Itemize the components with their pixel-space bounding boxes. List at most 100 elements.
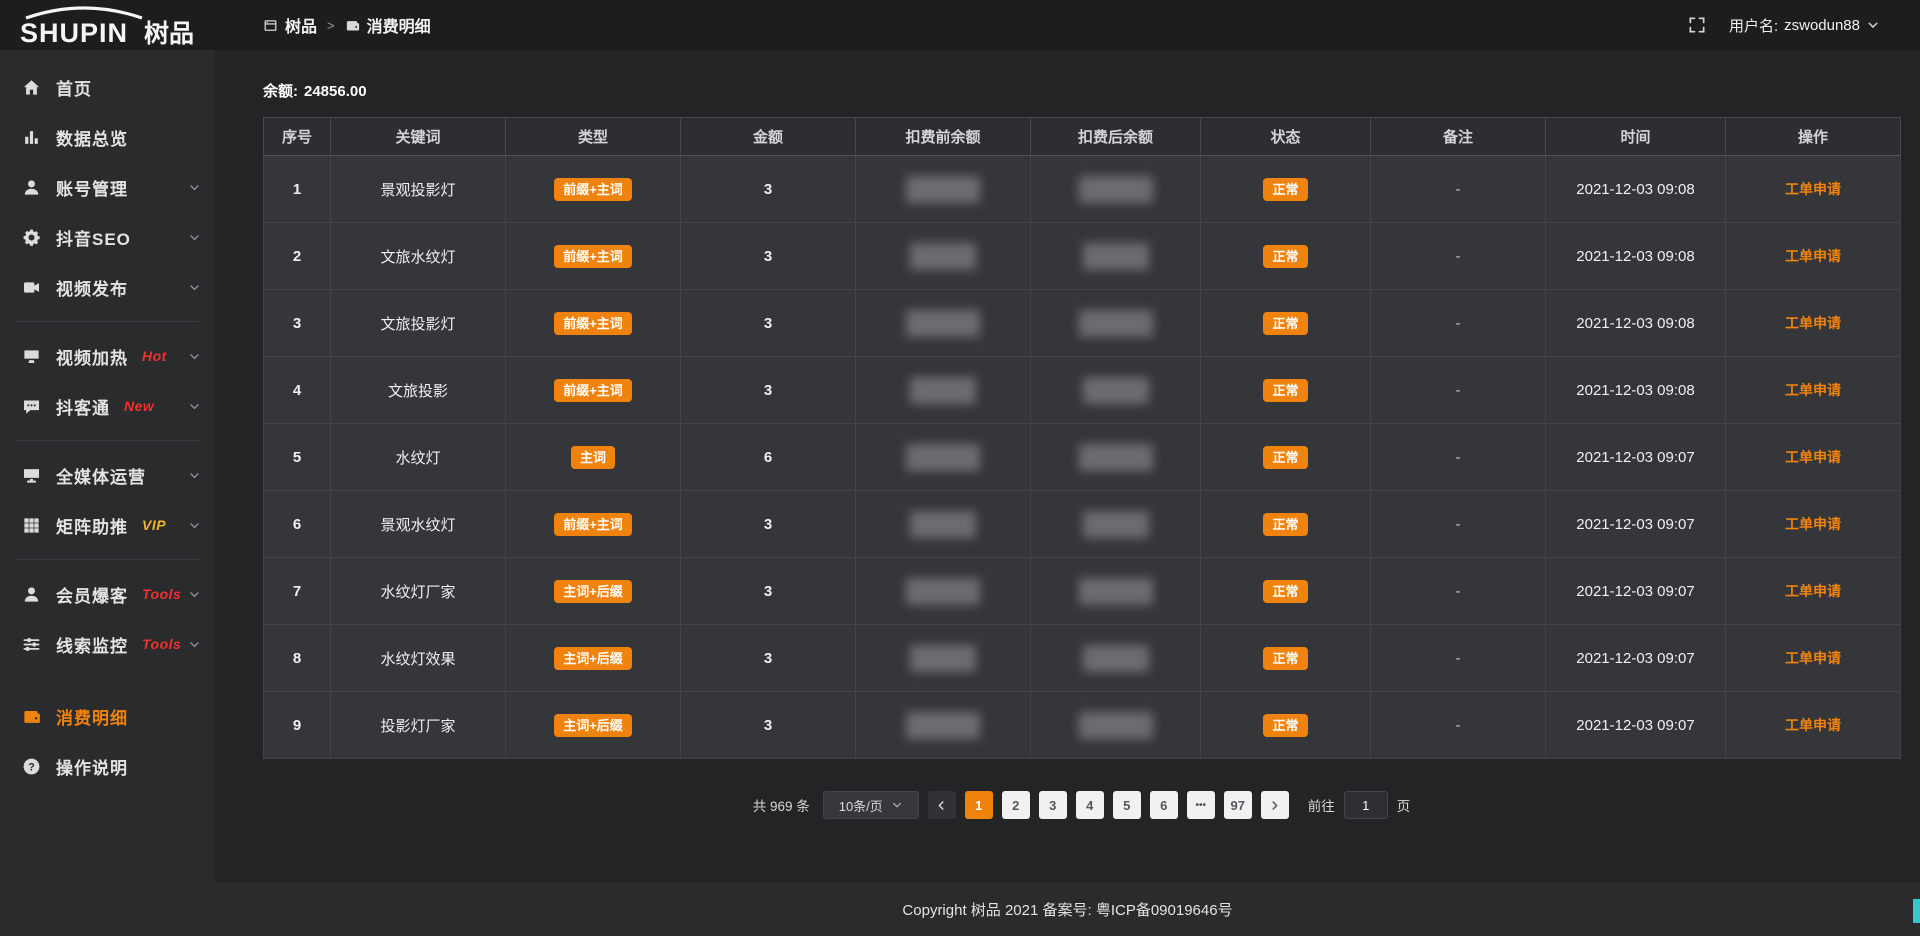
sidebar-item-media[interactable]: 全媒体运营 xyxy=(0,450,215,500)
page-button-3[interactable]: 3 xyxy=(1039,791,1067,819)
cell-index: 6 xyxy=(264,491,331,558)
chevron-down-icon xyxy=(188,231,201,244)
goto-page-input[interactable] xyxy=(1344,791,1388,819)
menu-badge-vip: VIP xyxy=(142,517,166,533)
cell-amount: 3 xyxy=(681,558,856,625)
sidebar-item-overview[interactable]: 数据总览 xyxy=(0,112,215,162)
shupin-logo-mark: SHUPIN 树品 xyxy=(18,4,203,46)
chevron-down-icon xyxy=(188,350,201,363)
cell-keyword: 水纹灯 xyxy=(331,424,506,491)
table-row: 2文旅水纹灯前缀+主词3正常-2021-12-03 09:08工单申请 xyxy=(264,223,1901,290)
cell-time: 2021-12-03 09:07 xyxy=(1546,692,1726,759)
prev-page-button[interactable] xyxy=(928,791,956,819)
status-badge: 正常 xyxy=(1263,513,1307,536)
cell-keyword: 景观水纹灯 xyxy=(331,491,506,558)
sidebar-item-seo[interactable]: 抖音SEO xyxy=(0,212,215,262)
cell-time: 2021-12-03 09:07 xyxy=(1546,558,1726,625)
cell-index: 1 xyxy=(264,156,331,223)
column-header: 关键词 xyxy=(331,118,506,156)
sidebar-item-publish[interactable]: 视频发布 xyxy=(0,262,215,312)
page-button-6[interactable]: 6 xyxy=(1150,791,1178,819)
column-header: 序号 xyxy=(264,118,331,156)
work-order-link[interactable]: 工单申请 xyxy=(1785,382,1841,398)
work-order-link[interactable]: 工单申请 xyxy=(1785,516,1841,532)
type-badge: 主词+后缀 xyxy=(554,714,632,737)
next-page-button[interactable] xyxy=(1261,791,1289,819)
side-widget-tab[interactable] xyxy=(1913,899,1920,923)
footer: Copyright 树品 2021 备案号: 粤ICP备09019646号 xyxy=(215,882,1920,936)
page-button-2[interactable]: 2 xyxy=(1002,791,1030,819)
sidebar-item-clue[interactable]: 线索监控Tools xyxy=(0,619,215,669)
type-badge: 主词+后缀 xyxy=(554,580,632,603)
column-header: 状态 xyxy=(1201,118,1371,156)
cell-index: 3 xyxy=(264,290,331,357)
cell-keyword: 文旅投影灯 xyxy=(331,290,506,357)
page-button-5[interactable]: 5 xyxy=(1113,791,1141,819)
cell-status: 正常 xyxy=(1201,156,1371,223)
sidebar-item-label: 矩阵助推 xyxy=(56,513,128,538)
work-order-link[interactable]: 工单申请 xyxy=(1785,650,1841,666)
sidebar-item-help[interactable]: 操作说明 xyxy=(0,741,215,791)
table-row: 1景观投影灯前缀+主词3正常-2021-12-03 09:08工单申请 xyxy=(264,156,1901,223)
work-order-link[interactable]: 工单申请 xyxy=(1785,717,1841,733)
cell-post-balance xyxy=(1031,223,1201,290)
masked-balance xyxy=(1083,377,1149,404)
page-ellipsis[interactable]: ••• xyxy=(1187,791,1215,819)
table-row: 7水纹灯厂家主词+后缀3正常-2021-12-03 09:07工单申请 xyxy=(264,558,1901,625)
column-header: 扣费前余额 xyxy=(856,118,1031,156)
masked-balance xyxy=(910,243,976,270)
table-row: 4文旅投影前缀+主词3正常-2021-12-03 09:08工单申请 xyxy=(264,357,1901,424)
cell-status: 正常 xyxy=(1201,357,1371,424)
menu-badge-hot: Hot xyxy=(142,348,167,364)
breadcrumb-label: 树品 xyxy=(285,13,317,37)
breadcrumb-item[interactable]: 树品 xyxy=(263,13,317,37)
sidebar: 首页数据总览账号管理抖音SEO视频发布视频加热Hot抖客通New全媒体运营矩阵助… xyxy=(0,50,215,936)
cell-amount: 3 xyxy=(681,491,856,558)
table-row: 3文旅投影灯前缀+主词3正常-2021-12-03 09:08工单申请 xyxy=(264,290,1901,357)
cell-type: 主词+后缀 xyxy=(506,558,681,625)
cell-pre-balance xyxy=(856,357,1031,424)
cell-status: 正常 xyxy=(1201,692,1371,759)
page-button-4[interactable]: 4 xyxy=(1076,791,1104,819)
page-button-97[interactable]: 97 xyxy=(1224,791,1252,819)
cell-pre-balance xyxy=(856,625,1031,692)
fullscreen-button[interactable] xyxy=(1687,15,1707,35)
status-badge: 正常 xyxy=(1263,312,1307,335)
pagination: 共 969 条 10条/页 123456•••97 前往 页 xyxy=(263,791,1900,819)
cell-keyword: 文旅投影 xyxy=(331,357,506,424)
sidebar-item-matrix[interactable]: 矩阵助推 VIP xyxy=(0,500,215,550)
sidebar-item-douketong[interactable]: 抖客通New xyxy=(0,381,215,431)
masked-balance xyxy=(910,377,976,404)
sliders-icon xyxy=(22,635,41,654)
user-menu[interactable]: 用户名: zswodun88 xyxy=(1729,15,1880,36)
page-button-1[interactable]: 1 xyxy=(965,791,993,819)
work-order-link[interactable]: 工单申请 xyxy=(1785,583,1841,599)
work-order-link[interactable]: 工单申请 xyxy=(1785,315,1841,331)
home-icon xyxy=(22,78,41,97)
work-order-link[interactable]: 工单申请 xyxy=(1785,248,1841,264)
bar-chart-icon xyxy=(22,128,41,147)
column-header: 时间 xyxy=(1546,118,1726,156)
table-row: 8水纹灯效果主词+后缀3正常-2021-12-03 09:07工单申请 xyxy=(264,625,1901,692)
breadcrumb-item[interactable]: 消费明细 xyxy=(345,13,431,37)
balance: 余额:24856.00 xyxy=(263,80,1900,101)
status-badge: 正常 xyxy=(1263,379,1307,402)
cell-action: 工单申请 xyxy=(1726,156,1901,223)
sidebar-item-heat[interactable]: 视频加热Hot xyxy=(0,331,215,381)
cell-note: - xyxy=(1371,625,1546,692)
chevron-down-icon xyxy=(188,519,201,532)
work-order-link[interactable]: 工单申请 xyxy=(1785,449,1841,465)
sidebar-item-home[interactable]: 首页 xyxy=(0,62,215,112)
cell-time: 2021-12-03 09:07 xyxy=(1546,625,1726,692)
cell-action: 工单申请 xyxy=(1726,357,1901,424)
cell-keyword: 投影灯厂家 xyxy=(331,692,506,759)
work-order-link[interactable]: 工单申请 xyxy=(1785,181,1841,197)
sidebar-item-consume[interactable]: 消费明细 xyxy=(0,691,215,741)
chevron-left-icon xyxy=(935,799,948,812)
cell-amount: 6 xyxy=(681,424,856,491)
balance-label: 余额: xyxy=(263,83,298,100)
sidebar-item-member[interactable]: 会员爆客Tools xyxy=(0,569,215,619)
sidebar-item-account[interactable]: 账号管理 xyxy=(0,162,215,212)
masked-balance xyxy=(906,578,980,605)
page-size-select[interactable]: 10条/页 xyxy=(823,791,919,819)
